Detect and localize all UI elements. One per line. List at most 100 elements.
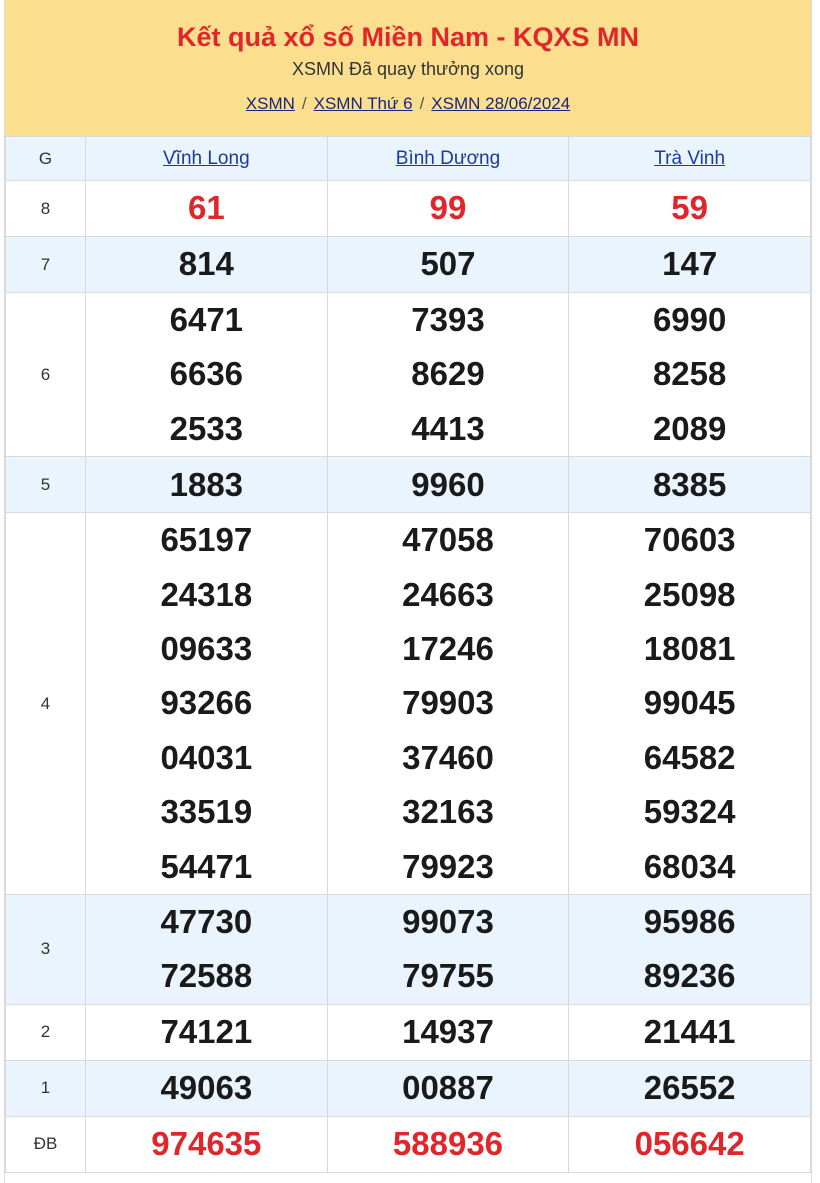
table-row: 1 49063 00887 26552 (5, 1059, 811, 1117)
prize-number: 6636 (169, 355, 244, 393)
prize-number: 54471 (160, 847, 253, 885)
prize-number: 04031 (160, 738, 253, 776)
prize-cell: 70603 25098 18081 99045 64582 59324 68034 (568, 512, 811, 896)
prize-number: 74121 (160, 1013, 253, 1051)
prize-number: 93266 (160, 684, 253, 722)
prize-number: 2089 (652, 409, 727, 447)
prize-cell: 588936 (326, 1115, 570, 1173)
prize-cell: 056642 (568, 1115, 811, 1173)
table-header-row: G Vĩnh Long Bình Dương Trà Vinh (5, 136, 811, 181)
prize-number: 8385 (652, 465, 727, 503)
prize-number: 95986 (643, 903, 736, 941)
prize-cell: 47058 24663 17246 79903 37460 32163 79923 (326, 512, 570, 896)
prize-number: 72588 (160, 957, 253, 995)
prize-number: 49063 (160, 1069, 253, 1107)
prize-number: 99045 (643, 684, 736, 722)
prize-cell: 26552 (568, 1059, 811, 1117)
prize-cell: 95986 89236 (568, 894, 811, 1005)
table-row: 3 47730 72588 99073 79755 95986 89236 (5, 894, 811, 1005)
breadcrumb-weekday-link[interactable]: XSMN Thứ 6 (314, 94, 413, 113)
prize-cell: 65197 24318 09633 93266 04031 33519 54471 (85, 512, 328, 896)
breadcrumb-separator: / (419, 94, 425, 113)
prize-number: 59 (671, 189, 709, 227)
prize-label: 1 (5, 1059, 86, 1117)
prize-number: 79923 (402, 847, 494, 885)
prize-number: 814 (178, 245, 234, 283)
prize-label: 2 (5, 1003, 86, 1061)
prize-cell: 814 (85, 236, 328, 293)
prize-number: 89236 (643, 957, 736, 995)
prize-cell: 14937 (326, 1003, 570, 1061)
prize-cell: 59 (568, 180, 811, 237)
prize-cell: 00887 (326, 1059, 570, 1117)
prize-number: 14937 (402, 1013, 494, 1051)
prize-number: 99 (429, 189, 467, 227)
prize-number: 6471 (169, 301, 244, 338)
table-row: 5 1883 9960 8385 (5, 456, 811, 514)
prize-label: 7 (5, 236, 86, 293)
prize-label: 6 (5, 291, 86, 458)
prize-cell: 49063 (85, 1059, 328, 1117)
prize-number: 59324 (643, 793, 736, 831)
prize-number: 79903 (402, 684, 494, 722)
draw-status: XSMN Đã quay thưởng xong (292, 59, 524, 79)
prize-cell: 6471 6636 2533 (85, 291, 328, 458)
prize-number: 99073 (402, 903, 494, 941)
prize-number: 32163 (402, 793, 494, 831)
prize-number: 37460 (402, 738, 494, 776)
prize-cell: 507 (326, 236, 570, 293)
prize-number: 6990 (652, 301, 727, 338)
prize-number: 68034 (643, 847, 736, 885)
prize-number: 65197 (160, 521, 253, 559)
prize-number: 17246 (402, 630, 494, 668)
prize-number: 70603 (643, 521, 736, 559)
table-row: 8 61 99 59 (5, 180, 811, 237)
prize-number: 79755 (402, 957, 494, 995)
prize-cell: 74121 (85, 1003, 328, 1061)
results-table: G Vĩnh Long Bình Dương Trà Vinh 8 61 99 59 7… (5, 136, 811, 1173)
special-prize-number: 588936 (392, 1125, 504, 1163)
province-header: Trà Vinh (568, 136, 811, 181)
prize-cell: 7393 8629 4413 (326, 291, 570, 458)
prize-number: 18081 (643, 630, 736, 668)
results-panel: Kết quả xổ số Miền Nam - KQXS MN XSMN Đã… (4, 0, 812, 1183)
prize-cell: 9960 (326, 456, 570, 514)
prize-number: 7393 (411, 301, 485, 338)
prize-number: 25098 (643, 575, 736, 613)
prize-label: ĐB (5, 1115, 86, 1173)
prize-cell: 61 (85, 180, 328, 237)
results-header: Kết quả xổ số Miền Nam - KQXS MN XSMN Đã… (5, 0, 811, 136)
prize-cell: 974635 (85, 1115, 328, 1173)
prize-number: 26552 (643, 1069, 736, 1107)
prize-number: 9960 (411, 465, 485, 503)
province-link-tra-vinh[interactable]: Trà Vinh (654, 148, 725, 169)
prize-number: 2533 (169, 409, 244, 447)
prize-label: 4 (5, 512, 86, 896)
province-link-binh-duong[interactable]: Bình Dương (396, 148, 500, 169)
prize-number: 21441 (643, 1013, 736, 1051)
prize-number: 8258 (652, 355, 727, 393)
prize-label: 8 (5, 180, 86, 237)
prize-column-header: G (5, 136, 86, 181)
prize-number: 47730 (160, 903, 253, 941)
prize-cell: 21441 (568, 1003, 811, 1061)
prize-number: 507 (420, 245, 476, 283)
breadcrumb: XSMN / XSMN Thứ 6 / XSMN 28/06/2024 (5, 93, 811, 115)
breadcrumb-date-link[interactable]: XSMN 28/06/2024 (431, 94, 570, 113)
province-link-vinh-long[interactable]: Vĩnh Long (163, 148, 250, 169)
table-row: 6 6471 6636 2533 7393 8629 4413 6990 8258 2089 (5, 291, 811, 458)
prize-cell: 8385 (568, 456, 811, 514)
breadcrumb-xsmn-link[interactable]: XSMN (246, 94, 295, 113)
province-header: Bình Dương (326, 136, 570, 181)
prize-number: 61 (187, 189, 225, 227)
prize-number: 00887 (402, 1069, 494, 1107)
prize-number: 1883 (169, 465, 244, 503)
prize-number: 47058 (402, 521, 494, 559)
prize-label: 5 (5, 456, 86, 514)
table-row: 2 74121 14937 21441 (5, 1003, 811, 1061)
prize-number: 24318 (160, 575, 253, 613)
prize-number: 4413 (411, 409, 485, 447)
prize-label: 3 (5, 894, 86, 1005)
special-prize-number: 974635 (151, 1125, 262, 1163)
prize-number: 147 (662, 245, 718, 283)
